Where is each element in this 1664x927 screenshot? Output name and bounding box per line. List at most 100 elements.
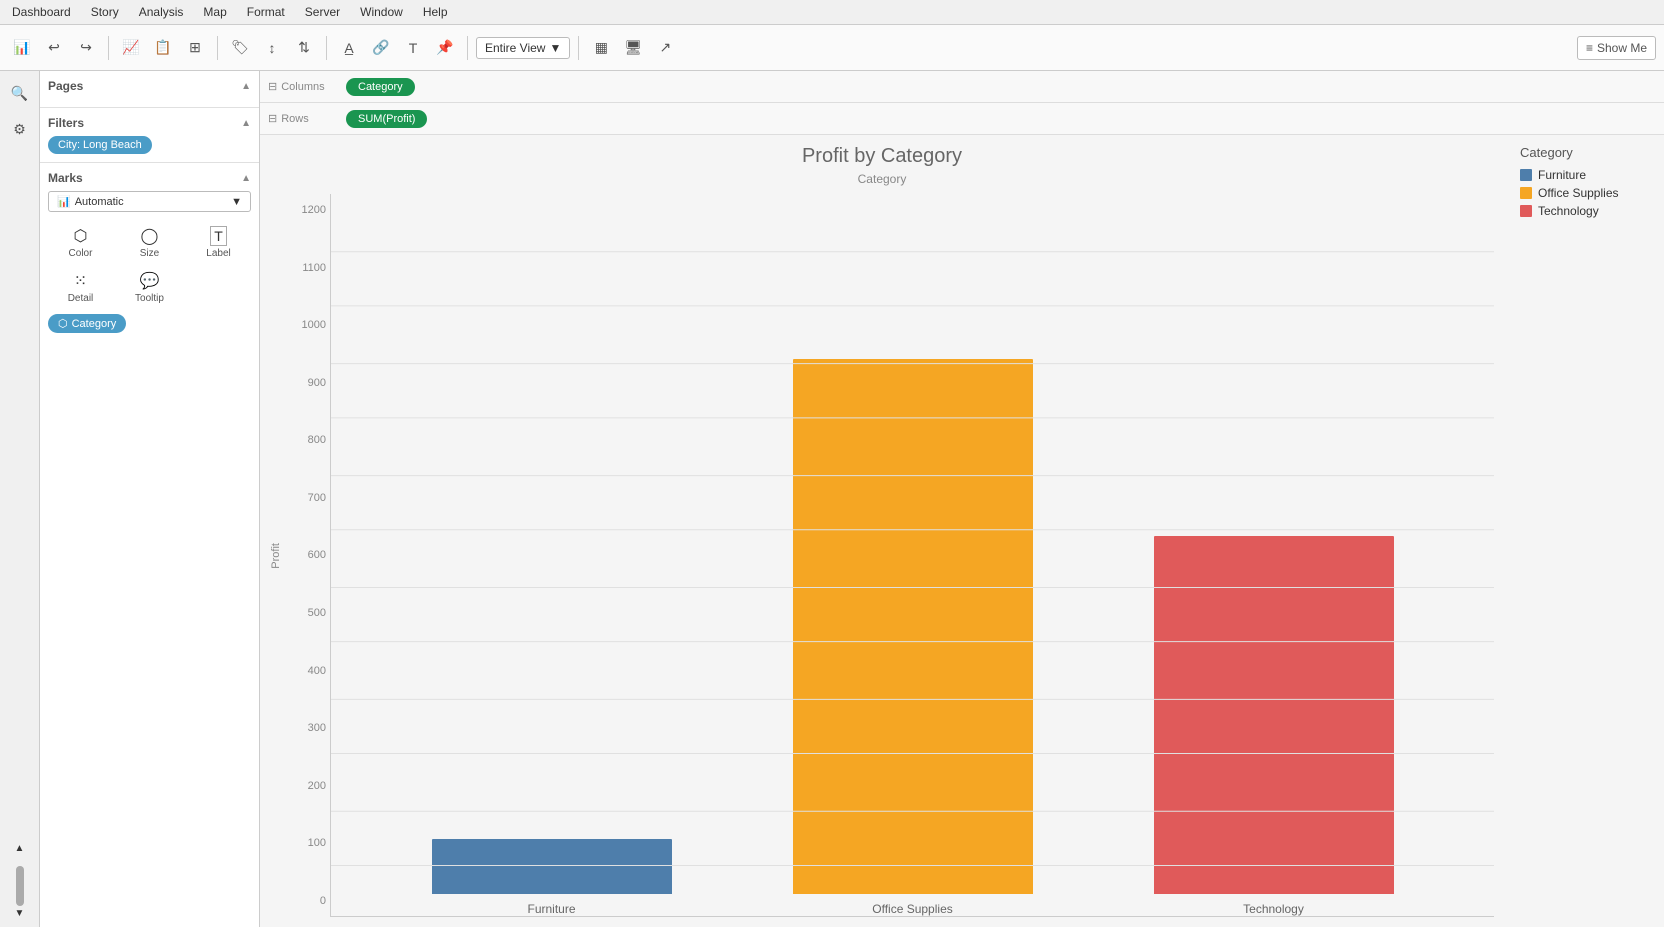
detail-icon: ⁙ bbox=[74, 271, 87, 291]
marks-category-chip[interactable]: ⬡ Category bbox=[48, 314, 126, 333]
menu-bar: Dashboard Story Analysis Map Format Serv… bbox=[0, 0, 1664, 25]
y-tick-700: 700 bbox=[308, 492, 330, 504]
chart-x-title: Category bbox=[858, 172, 907, 186]
label-btn[interactable]: 🏷 bbox=[226, 34, 254, 62]
view-dropdown[interactable]: Entire View ▼ bbox=[476, 37, 570, 59]
marks-tooltip-btn[interactable]: 💬 Tooltip bbox=[117, 267, 182, 308]
rows-pill[interactable]: SUM(Profit) bbox=[346, 110, 427, 128]
menu-server[interactable]: Server bbox=[301, 3, 344, 21]
y-tick-800: 800 bbox=[308, 434, 330, 446]
y-tick-1000: 1000 bbox=[302, 319, 330, 331]
menu-story[interactable]: Story bbox=[87, 3, 123, 21]
menu-window[interactable]: Window bbox=[356, 3, 407, 21]
separator-4 bbox=[467, 36, 468, 60]
marks-title: Marks ▲ bbox=[48, 171, 251, 185]
undo-btn[interactable]: ↩ bbox=[40, 34, 68, 62]
menu-analysis[interactable]: Analysis bbox=[135, 3, 188, 21]
bar-technology[interactable]: Technology bbox=[1154, 536, 1394, 916]
y-tick-300: 300 bbox=[308, 722, 330, 734]
y-tick-1100: 1100 bbox=[302, 262, 330, 274]
menu-dashboard[interactable]: Dashboard bbox=[8, 3, 75, 21]
separator-2 bbox=[217, 36, 218, 60]
shelf-area: ⊟ Columns Category ⊟ Rows SUM(Profit) bbox=[260, 71, 1664, 135]
bar-office-supplies-label: Office Supplies bbox=[872, 902, 953, 916]
bar-office-supplies[interactable]: Office Supplies bbox=[793, 359, 1033, 916]
sidebar-collapse-down[interactable]: ▼ bbox=[15, 908, 25, 919]
link-btn[interactable]: 🔗 bbox=[367, 34, 395, 62]
show-me-btn[interactable]: ≡ Show Me bbox=[1577, 36, 1656, 60]
bar-office-supplies-rect[interactable] bbox=[793, 359, 1033, 894]
legend-label-technology: Technology bbox=[1538, 204, 1599, 218]
screen-btn[interactable]: 🖥 bbox=[619, 34, 647, 62]
sidebar-search-icon[interactable]: 🔍 bbox=[6, 79, 34, 107]
color-dots-icon: ⬡ bbox=[74, 226, 88, 246]
y-tick-0: 0 bbox=[320, 895, 330, 907]
legend-color-office-supplies bbox=[1520, 187, 1532, 199]
pages-collapse[interactable]: ▲ bbox=[241, 81, 251, 92]
menu-format[interactable]: Format bbox=[243, 3, 289, 21]
marks-size-btn[interactable]: ◯ Size bbox=[117, 222, 182, 263]
bar-chart-btn[interactable]: ▦ bbox=[587, 34, 615, 62]
chart-title: Profit by Category bbox=[802, 145, 962, 168]
chart-btn[interactable]: 📈 bbox=[117, 34, 145, 62]
text-btn[interactable]: T bbox=[399, 34, 427, 62]
sidebar-filter-icon[interactable]: ⚙ bbox=[6, 115, 34, 143]
underline-btn[interactable]: A̲ bbox=[335, 34, 363, 62]
chart-container: ⊟ Columns Category ⊟ Rows SUM(Profit) Pr… bbox=[260, 71, 1664, 927]
marks-section: Marks ▲ 📊 Automatic ▼ ⬡ Color ◯ Size T bbox=[40, 163, 259, 341]
marks-color-btn[interactable]: ⬡ Color bbox=[48, 222, 113, 263]
legend-item-office-supplies[interactable]: Office Supplies bbox=[1520, 186, 1648, 200]
tooltip-icon: 💬 bbox=[140, 271, 160, 291]
chart-main: Profit by Category Category Profit 1200 … bbox=[260, 135, 1664, 927]
category-dots-icon: ⬡ bbox=[58, 317, 68, 330]
marks-detail-btn[interactable]: ⁙ Detail bbox=[48, 267, 113, 308]
bar-furniture-rect[interactable] bbox=[432, 839, 672, 894]
filter-chip-city[interactable]: City: Long Beach bbox=[48, 136, 152, 154]
columns-shelf: ⊟ Columns Category bbox=[260, 71, 1664, 103]
pages-section: Pages ▲ bbox=[40, 71, 259, 108]
y-tick-600: 600 bbox=[308, 549, 330, 561]
bar-furniture[interactable]: Furniture bbox=[432, 839, 672, 916]
marks-chevron-icon: ▼ bbox=[231, 196, 242, 208]
sidebar-collapse-up[interactable]: ▲ bbox=[15, 843, 25, 854]
columns-label: ⊟ Columns bbox=[268, 80, 338, 93]
y-tick-400: 400 bbox=[308, 665, 330, 677]
legend-label-furniture: Furniture bbox=[1538, 168, 1586, 182]
bar-chart-small-icon: 📊 bbox=[57, 195, 71, 208]
toolbar: 📊 ↩ ↪ 📈 📋 ⊞ 🏷 ↕ ⇅ A̲ 🔗 T 📌 Entire View ▼… bbox=[0, 25, 1664, 71]
grid-btn[interactable]: ⊞ bbox=[181, 34, 209, 62]
rows-label: ⊟ Rows bbox=[268, 112, 338, 125]
legend-item-technology[interactable]: Technology bbox=[1520, 204, 1648, 218]
menu-help[interactable]: Help bbox=[419, 3, 452, 21]
legend: Category Furniture Office Supplies Techn… bbox=[1504, 135, 1664, 927]
show-me-label: Show Me bbox=[1597, 41, 1647, 55]
share-btn[interactable]: ↗ bbox=[651, 34, 679, 62]
bar-technology-rect[interactable] bbox=[1154, 536, 1394, 894]
main-layout: 🔍 ⚙ ▲ ▼ Pages ▲ Filters ▲ City: Long Bea… bbox=[0, 71, 1664, 927]
marks-collapse[interactable]: ▲ bbox=[241, 173, 251, 184]
copy-btn[interactable]: 📋 bbox=[149, 34, 177, 62]
size-icon: ◯ bbox=[141, 226, 159, 246]
y-axis-label: Profit bbox=[270, 543, 282, 569]
separator-5 bbox=[578, 36, 579, 60]
legend-title: Category bbox=[1520, 145, 1648, 160]
sort-desc-btn[interactable]: ⇅ bbox=[290, 34, 318, 62]
y-tick-200: 200 bbox=[308, 780, 330, 792]
bar-furniture-label: Furniture bbox=[527, 902, 575, 916]
pages-title: Pages ▲ bbox=[48, 79, 251, 93]
y-tick-900: 900 bbox=[308, 377, 330, 389]
pin-btn[interactable]: 📌 bbox=[431, 34, 459, 62]
legend-color-furniture bbox=[1520, 169, 1532, 181]
filters-collapse[interactable]: ▲ bbox=[241, 118, 251, 129]
y-tick-100: 100 bbox=[308, 837, 330, 849]
legend-color-technology bbox=[1520, 205, 1532, 217]
filters-title: Filters ▲ bbox=[48, 116, 251, 130]
legend-item-furniture[interactable]: Furniture bbox=[1520, 168, 1648, 182]
marks-label-btn[interactable]: T Label bbox=[186, 222, 251, 263]
columns-pill[interactable]: Category bbox=[346, 78, 415, 96]
new-workbook-btn[interactable]: 📊 bbox=[8, 34, 36, 62]
redo-btn[interactable]: ↪ bbox=[72, 34, 100, 62]
sort-asc-btn[interactable]: ↕ bbox=[258, 34, 286, 62]
menu-map[interactable]: Map bbox=[199, 3, 230, 21]
marks-type-dropdown[interactable]: 📊 Automatic ▼ bbox=[48, 191, 251, 212]
